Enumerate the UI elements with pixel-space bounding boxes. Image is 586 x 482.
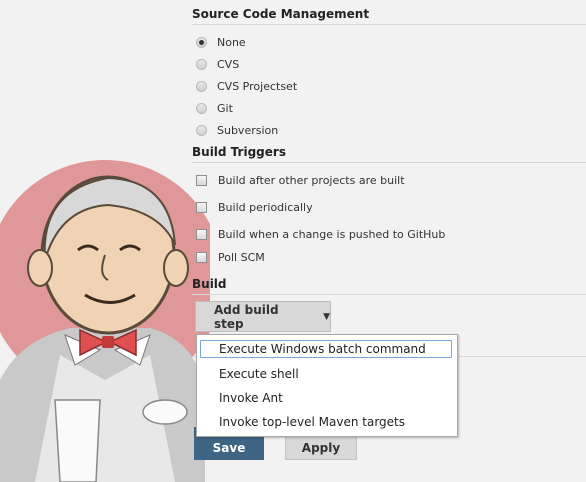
trigger-option-label: Poll SCM <box>218 251 265 264</box>
menu-item-windows-batch[interactable]: Execute Windows batch command <box>200 340 452 358</box>
add-build-step-label: Add build step <box>214 302 279 331</box>
scm-option-git[interactable]: Git <box>196 102 233 115</box>
scm-option-label: CVS Projectset <box>217 80 298 93</box>
radio-icon[interactable] <box>196 103 207 114</box>
build-step-menu: Execute Windows batch command Execute sh… <box>196 334 458 437</box>
trigger-option-label: Build when a change is pushed to GitHub <box>218 228 446 241</box>
dropdown-caret-icon: ▼ <box>323 311 330 322</box>
radio-icon[interactable] <box>196 125 207 136</box>
scm-option-label: None <box>217 36 246 49</box>
jenkins-mascot-logo <box>0 160 210 482</box>
build-triggers-section-title: Build Triggers <box>192 145 586 163</box>
trigger-option-label: Build periodically <box>218 201 313 214</box>
build-section-title: Build <box>192 277 586 295</box>
checkbox-icon[interactable] <box>196 202 207 213</box>
trigger-option-label: Build after other projects are built <box>218 174 405 187</box>
scm-option-cvs-projectset[interactable]: CVS Projectset <box>196 80 297 93</box>
radio-icon[interactable] <box>196 59 207 70</box>
trigger-after-other-projects[interactable]: Build after other projects are built <box>196 174 405 187</box>
scm-option-label: CVS <box>217 58 240 71</box>
add-build-step-button[interactable]: Add build step ▼ <box>195 301 331 332</box>
scm-option-label: Git <box>217 102 233 115</box>
menu-item-invoke-ant[interactable]: Invoke Ant <box>219 391 283 405</box>
scm-option-label: Subversion <box>217 124 279 137</box>
scm-option-cvs[interactable]: CVS <box>196 58 239 71</box>
checkbox-icon[interactable] <box>196 229 207 240</box>
scm-section-title: Source Code Management <box>192 7 586 25</box>
trigger-build-periodically[interactable]: Build periodically <box>196 201 313 214</box>
radio-selected-icon[interactable] <box>196 37 207 48</box>
checkbox-icon[interactable] <box>196 175 207 186</box>
scm-option-subversion[interactable]: Subversion <box>196 124 278 137</box>
menu-item-maven-targets[interactable]: Invoke top-level Maven targets <box>219 415 405 429</box>
checkbox-icon[interactable] <box>196 252 207 263</box>
trigger-github-push[interactable]: Build when a change is pushed to GitHub <box>196 228 445 241</box>
radio-icon[interactable] <box>196 81 207 92</box>
trigger-poll-scm[interactable]: Poll SCM <box>196 251 265 264</box>
menu-item-execute-shell[interactable]: Execute shell <box>219 367 299 381</box>
scm-option-none[interactable]: None <box>196 36 246 49</box>
